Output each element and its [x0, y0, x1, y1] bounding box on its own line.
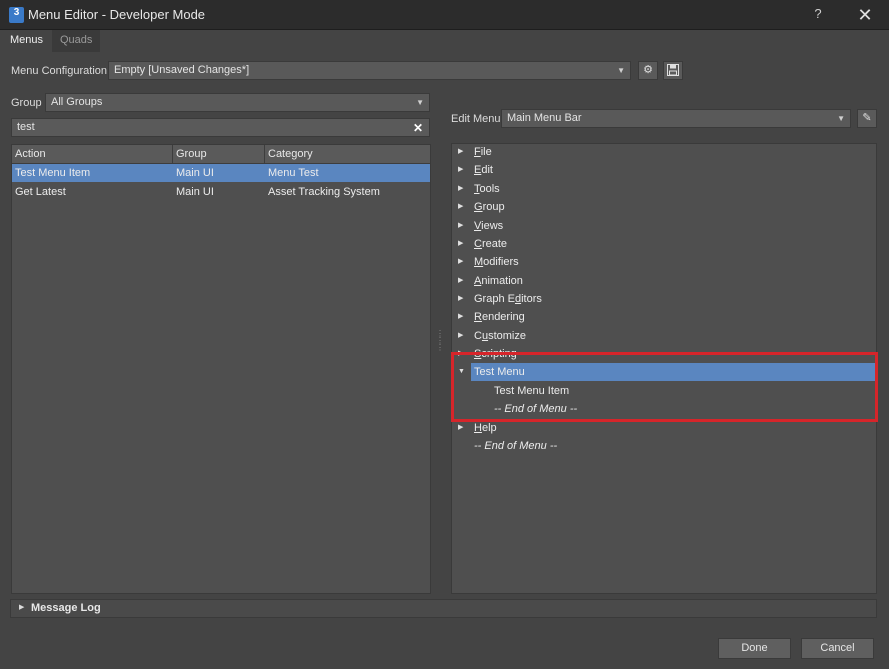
expand-arrow-icon[interactable]: ▶ — [19, 603, 24, 611]
menu-configuration-value: Empty [Unsaved Changes*] — [114, 64, 250, 76]
gear-icon: ⚙ — [643, 64, 653, 76]
close-button[interactable]: ✕ — [850, 3, 880, 27]
action-table — [11, 144, 431, 594]
tree-item-label: Scripting — [474, 348, 517, 360]
group-label: Group — [11, 97, 42, 109]
tree-item-label: Test Menu — [474, 366, 525, 378]
search-value: test — [17, 121, 35, 133]
table-header: Action Group Category — [12, 145, 430, 164]
edit-menu-label: Edit Menu — [451, 113, 501, 125]
pencil-icon: ✎ — [862, 112, 872, 124]
cell-action: Test Menu Item — [15, 167, 91, 179]
window-title: Menu Editor - Developer Mode — [28, 7, 206, 22]
tree-item-label: Customize — [474, 330, 526, 342]
end-of-menu-label: -- End of Menu -- — [494, 403, 578, 415]
tree-item-label: Modifiers — [474, 256, 519, 268]
menu-configuration-dropdown[interactable]: Empty [Unsaved Changes*] ▼ — [108, 61, 631, 80]
edit-menu-dropdown[interactable]: Main Menu Bar ▼ — [501, 109, 851, 128]
menu-configuration-label: Menu Configuration — [11, 65, 108, 77]
settings-button[interactable]: ⚙ — [638, 61, 658, 80]
expand-arrow-icon[interactable]: ▶ — [458, 290, 463, 308]
done-button[interactable]: Done — [718, 638, 791, 659]
column-action[interactable]: Action — [12, 145, 173, 164]
edit-menu-value: Main Menu Bar — [507, 112, 582, 124]
expand-arrow-icon[interactable]: ▶ — [458, 161, 463, 179]
end-of-menu-label: -- End of Menu -- — [474, 440, 558, 452]
expand-arrow-icon[interactable]: ▶ — [458, 180, 463, 198]
message-log-label: Message Log — [31, 602, 101, 614]
chevron-down-icon: ▼ — [837, 114, 845, 123]
expand-arrow-icon[interactable]: ▶ — [458, 217, 463, 235]
expand-arrow-icon[interactable]: ▶ — [458, 198, 463, 216]
expand-arrow-icon[interactable]: ▶ — [458, 308, 463, 326]
panel-splitter[interactable]: ⋮ ⋮ ⋮ — [436, 330, 444, 352]
cell-action: Get Latest — [15, 186, 66, 198]
search-input[interactable]: test ✕ — [11, 118, 430, 137]
selected-row-highlight — [471, 363, 875, 381]
tree-item-label: File — [474, 146, 492, 158]
tree-item-label: Edit — [474, 164, 493, 176]
chevron-down-icon: ▼ — [617, 66, 625, 75]
save-icon — [667, 64, 679, 76]
tab-quads[interactable]: Quads — [52, 30, 101, 52]
tree-item-label: Tools — [474, 183, 500, 195]
tree-item-label: Help — [474, 422, 497, 434]
edit-menu-button[interactable]: ✎ — [857, 109, 877, 128]
app-icon: 3 — [9, 7, 24, 23]
expand-arrow-icon[interactable]: ▶ — [458, 253, 463, 271]
tree-item-label: Test Menu Item — [494, 385, 570, 397]
expand-arrow-icon[interactable]: ▶ — [458, 143, 463, 161]
table-row[interactable]: Test Menu Item Main UI Menu Test — [12, 164, 430, 182]
expand-arrow-icon[interactable]: ▶ — [458, 327, 463, 345]
cell-group: Main UI — [176, 167, 214, 179]
tree-item-label: Rendering — [474, 311, 525, 323]
tree-item-label: Group — [474, 201, 505, 213]
message-log-panel[interactable]: ▶ Message Log — [10, 599, 877, 618]
tree-item-label: Views — [474, 220, 504, 232]
table-row[interactable]: Get Latest Main UI Asset Tracking System — [12, 183, 430, 201]
cancel-button[interactable]: Cancel — [801, 638, 874, 659]
column-group[interactable]: Group — [173, 145, 265, 164]
clear-icon[interactable]: ✕ — [413, 120, 423, 137]
tree-item-label: Create — [474, 238, 508, 250]
expand-arrow-icon[interactable]: ▶ — [458, 235, 463, 253]
group-value: All Groups — [51, 96, 103, 108]
tree-item-label: Graph Editors — [474, 293, 542, 305]
expand-arrow-icon[interactable]: ▶ — [458, 419, 463, 437]
expand-arrow-icon[interactable]: ▶ — [458, 345, 463, 363]
cell-category: Asset Tracking System — [268, 186, 380, 198]
cell-category: Menu Test — [268, 167, 319, 179]
expand-arrow-icon[interactable]: ▶ — [458, 272, 463, 290]
column-category[interactable]: Category — [265, 145, 430, 164]
tab-menus[interactable]: Menus — [2, 30, 52, 52]
title-bar: 3 Menu Editor - Developer Mode ? ✕ — [0, 0, 889, 30]
group-dropdown[interactable]: All Groups ▼ — [45, 93, 430, 112]
cell-group: Main UI — [176, 186, 214, 198]
help-button[interactable]: ? — [808, 6, 828, 24]
save-button[interactable] — [663, 61, 683, 80]
tree-item-label: Animation — [474, 275, 523, 287]
collapse-arrow-icon[interactable]: ▼ — [458, 363, 465, 381]
chevron-down-icon: ▼ — [416, 98, 424, 107]
